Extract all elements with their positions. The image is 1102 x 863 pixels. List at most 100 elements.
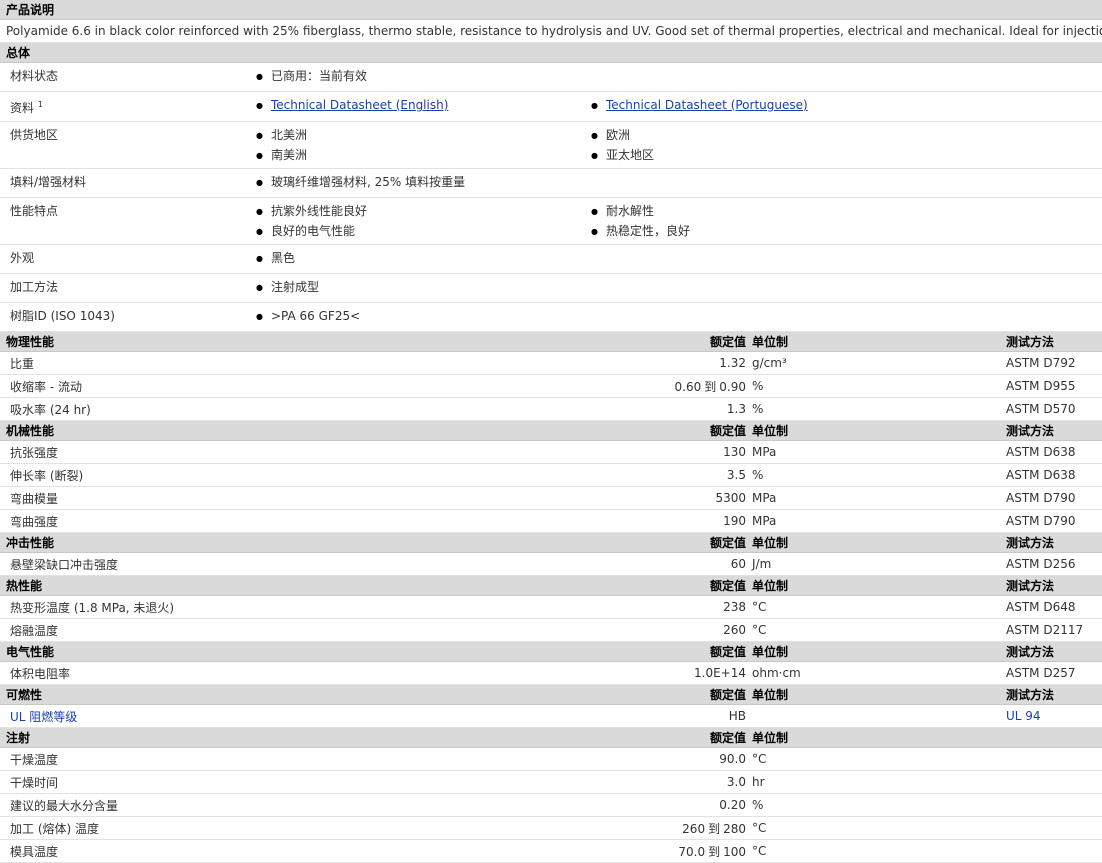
unit-column-header: 单位制 [750, 532, 1000, 553]
list-item: 已商用：当前有效 [256, 66, 579, 86]
property-test-method: ASTM D648 [1000, 595, 1102, 619]
list-item[interactable]: Technical Datasheet (Portuguese) [591, 95, 1096, 115]
list-item-text: 亚太地区 [605, 148, 654, 162]
section-header-row: 机械性能 额定值 单位制 测试方法 [0, 420, 1102, 441]
datasheet-link-portuguese[interactable]: Technical Datasheet (Portuguese) [606, 98, 808, 112]
value-column-header: 额定值 [585, 575, 750, 596]
list-item-text: 良好的电气性能 [270, 224, 355, 238]
general-row-values-left: 黑色 [250, 244, 585, 274]
property-value: 90.0 [585, 747, 750, 771]
value-text: 3.5 [726, 468, 746, 482]
list-item: 耐水解性 [591, 201, 1096, 221]
method-column-header: 测试方法 [1000, 331, 1102, 352]
label-text: 材料状态 [10, 69, 59, 83]
property-label[interactable]: UL 阻燃等级 [0, 704, 585, 728]
property-test-method: ASTM D792 [1000, 351, 1102, 375]
property-row: 加工 (熔体) 温度 260 到 280 °C [0, 816, 1102, 840]
value-column-header: 额定值 [585, 684, 750, 705]
property-value: HB [585, 704, 750, 728]
property-row: 建议的最大水分含量 0.20% [0, 793, 1102, 817]
property-label: 悬壁梁缺口冲击强度 [0, 552, 585, 576]
general-row-label: 材料状态 [0, 62, 250, 92]
section-title: 物理性能 [0, 331, 585, 352]
list-item-text: 北美洲 [270, 128, 307, 142]
unit-column-header: 单位制 [750, 331, 1000, 352]
section-header-row: 热性能 额定值 单位制 测试方法 [0, 575, 1102, 596]
property-test-method: ASTM D955 [1000, 374, 1102, 398]
value-text: 0.20 [719, 798, 746, 812]
range-from: 70.0 [678, 844, 706, 859]
list-item-text: >PA 66 GF25< [270, 309, 361, 323]
property-unit: MPa [750, 486, 1000, 510]
property-value: 3.0 [585, 770, 750, 794]
property-row: 弯曲强度 190 MPa ASTM D790 [0, 509, 1102, 533]
general-row-values-left: 注射成型 [250, 273, 585, 303]
general-row: 材料状态 已商用：当前有效 [0, 62, 1102, 92]
label-text: 资料 [10, 101, 35, 115]
property-value: 1.0E+14 [585, 661, 750, 685]
list-item: 玻璃纤维增强材料, 25% 填料按重量 [256, 172, 579, 192]
general-row: 填料/增强材料 玻璃纤维增强材料, 25% 填料按重量 [0, 168, 1102, 198]
range-to: 100 [723, 844, 746, 859]
property-label: 抗张强度 [0, 440, 585, 464]
method-column-header: 测试方法 [1000, 641, 1102, 662]
property-row: 熔融温度 260 °C ASTM D2117 [0, 618, 1102, 642]
list-item: 抗紫外线性能良好 [256, 201, 579, 221]
property-unit: hr [750, 770, 1000, 794]
property-label: 弯曲强度 [0, 509, 585, 533]
property-test-method: ASTM D790 [1000, 509, 1102, 533]
property-row: 干燥温度 90.0 °C [0, 747, 1102, 771]
general-row-values-right [585, 244, 1102, 274]
general-row: 加工方法 注射成型 [0, 273, 1102, 303]
list-item-text: 南美洲 [270, 148, 307, 162]
property-row: 热变形温度 (1.8 MPa, 未退火) 238 °C ASTM D648 [0, 595, 1102, 619]
general-row-values-left: 抗紫外线性能良好良好的电气性能 [250, 197, 585, 245]
list-item-text: 玻璃纤维增强材料, 25% 填料按重量 [270, 175, 466, 189]
property-unit: % [750, 463, 1000, 487]
property-test-method [1000, 816, 1102, 840]
product-description-header: 产品说明 [0, 0, 1102, 20]
range-word: 到 [708, 844, 721, 859]
datasheet-table: 产品说明 Polyamide 6.6 in black color reinfo… [0, 0, 1102, 863]
list-item-text: 热稳定性，良好 [605, 224, 690, 238]
property-label: 伸长率 (断裂) [0, 463, 585, 487]
section-header-row: 电气性能 额定值 单位制 测试方法 [0, 641, 1102, 662]
general-row-label: 填料/增强材料 [0, 168, 250, 198]
property-unit: % [750, 397, 1000, 421]
property-value: 1.3 [585, 397, 750, 421]
general-row-values-left: >PA 66 GF25< [250, 302, 585, 332]
value-column-header: 额定值 [585, 532, 750, 553]
property-test-method [1000, 770, 1102, 794]
property-unit: °C [750, 839, 1000, 863]
unit-column-header: 单位制 [750, 420, 1000, 441]
property-value: 238 [585, 595, 750, 619]
property-test-method [1000, 747, 1102, 771]
general-row-values-left: 玻璃纤维增强材料, 25% 填料按重量 [250, 168, 585, 198]
list-item-text: 黑色 [270, 251, 295, 265]
list-item-text: 欧洲 [605, 128, 630, 142]
property-unit: ohm·cm [750, 661, 1000, 685]
property-label: 建议的最大水分含量 [0, 793, 585, 817]
unit-column-header: 单位制 [750, 641, 1000, 662]
property-test-method: ASTM D570 [1000, 397, 1102, 421]
datasheet-link-english[interactable]: Technical Datasheet (English) [271, 98, 448, 112]
property-label: 收缩率 - 流动 [0, 374, 585, 398]
section-title: 可燃性 [0, 684, 585, 705]
range-to: 0.90 [719, 379, 746, 394]
value-text: 130 [723, 445, 746, 459]
section-title: 冲击性能 [0, 532, 585, 553]
general-row-label: 性能特点 [0, 197, 250, 245]
section-title: 热性能 [0, 575, 585, 596]
method-column-header: 测试方法 [1000, 532, 1102, 553]
property-test-method: ASTM D638 [1000, 463, 1102, 487]
value-text: 1.32 [719, 356, 746, 370]
product-description-row: Polyamide 6.6 in black color reinforced … [0, 19, 1102, 43]
label-text: 填料/增强材料 [10, 175, 87, 189]
property-row: 收缩率 - 流动 0.60 到 0.90% ASTM D955 [0, 374, 1102, 398]
property-test-method: ASTM D2117 [1000, 618, 1102, 642]
list-item[interactable]: Technical Datasheet (English) [256, 95, 579, 115]
property-row: 干燥时间 3.0 hr [0, 770, 1102, 794]
general-row-values-right: 耐水解性热稳定性，良好 [585, 197, 1102, 245]
value-text: 60 [730, 557, 746, 571]
list-item: 亚太地区 [591, 145, 1096, 165]
